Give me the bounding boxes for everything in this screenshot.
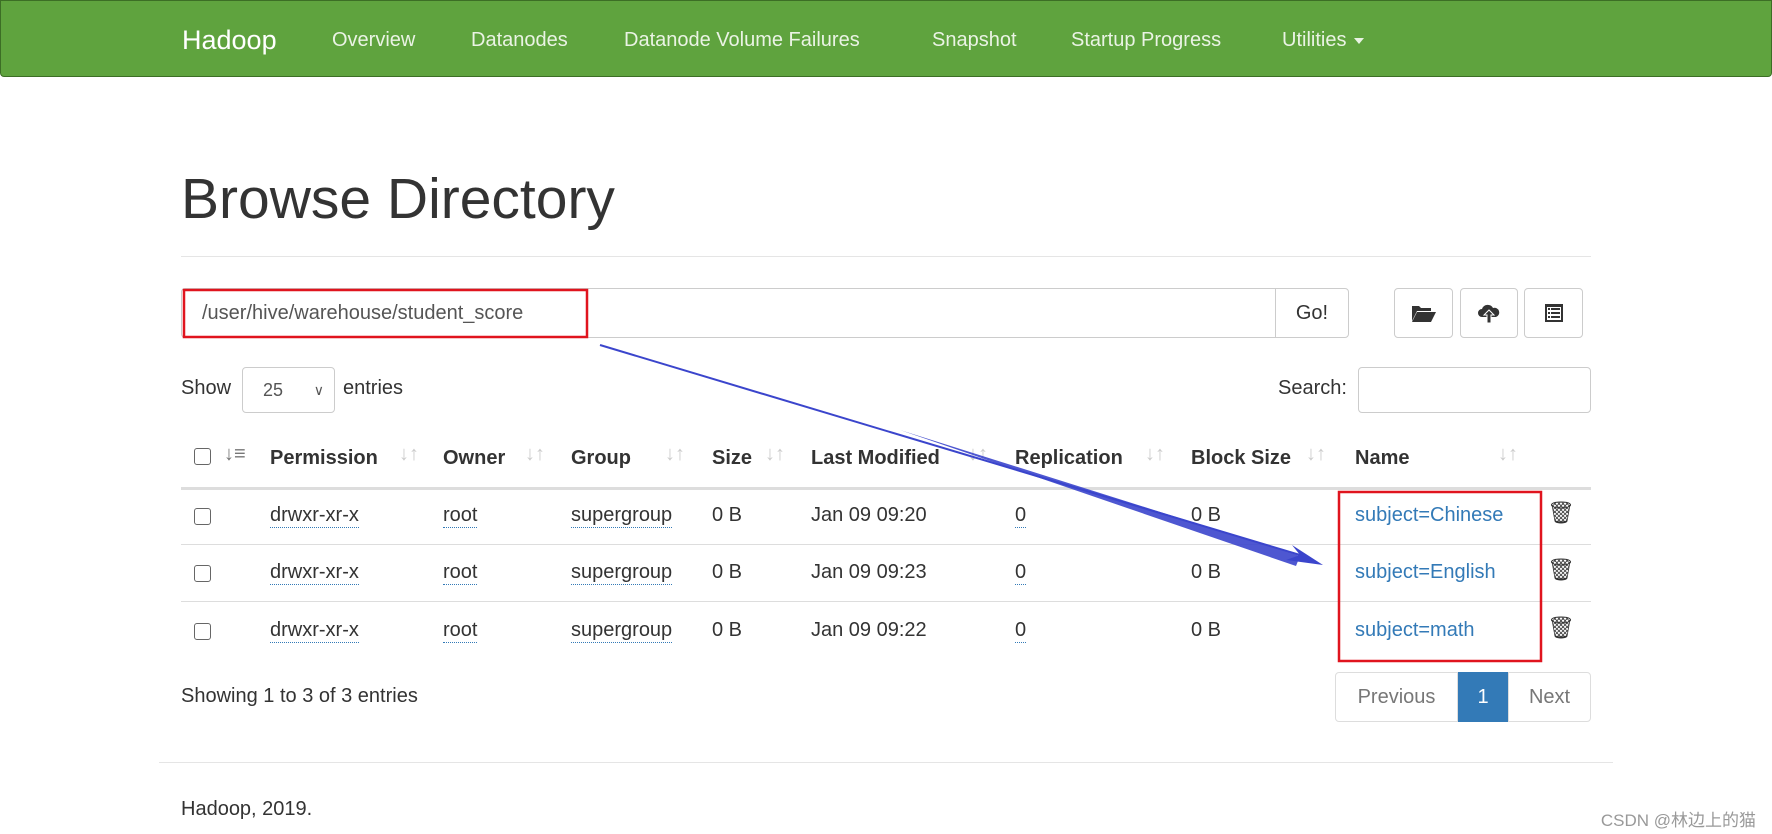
annotation-arrow-body	[900, 430, 1300, 566]
path-highlight-box	[182, 288, 589, 339]
names-highlight-box	[1337, 490, 1543, 663]
annotation-overlay	[182, 288, 1543, 663]
